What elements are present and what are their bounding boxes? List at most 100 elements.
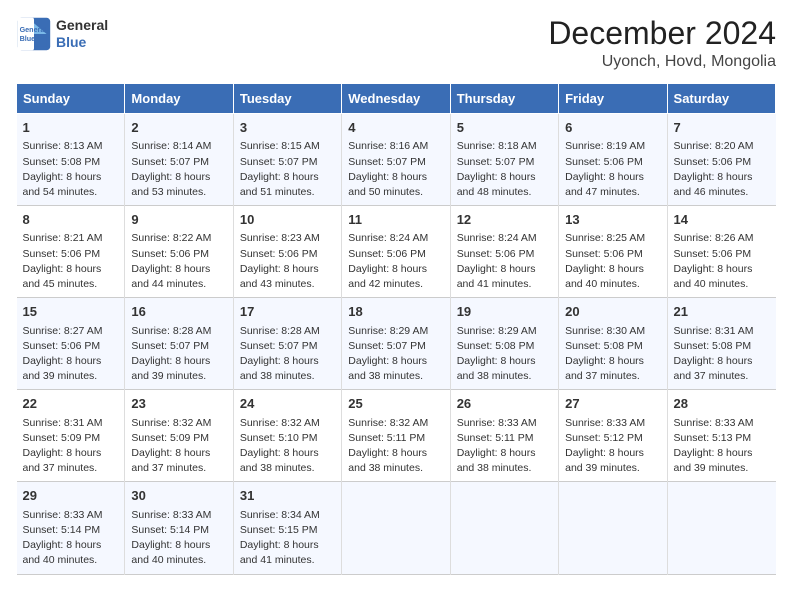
day-number: 13 [565,211,660,229]
day-info: Sunrise: 8:19 AM Sunset: 5:06 PM Dayligh… [565,139,660,200]
day-cell: 11 Sunrise: 8:24 AM Sunset: 5:06 PM Dayl… [342,206,450,298]
day-info: Sunrise: 8:31 AM Sunset: 5:08 PM Dayligh… [674,324,770,385]
week-row-1: 1 Sunrise: 8:13 AM Sunset: 5:08 PM Dayli… [17,114,776,206]
day-info: Sunrise: 8:21 AM Sunset: 5:06 PM Dayligh… [23,231,119,292]
day-cell: 30 Sunrise: 8:33 AM Sunset: 5:14 PM Dayl… [125,482,233,574]
day-cell: 9 Sunrise: 8:22 AM Sunset: 5:06 PM Dayli… [125,206,233,298]
day-info: Sunrise: 8:34 AM Sunset: 5:15 PM Dayligh… [240,508,335,569]
day-number: 8 [23,211,119,229]
day-number: 19 [457,303,552,321]
day-cell [450,482,558,574]
day-number: 6 [565,119,660,137]
day-cell: 3 Sunrise: 8:15 AM Sunset: 5:07 PM Dayli… [233,114,341,206]
svg-text:Blue: Blue [20,34,36,43]
day-info: Sunrise: 8:33 AM Sunset: 5:11 PM Dayligh… [457,416,552,477]
day-info: Sunrise: 8:33 AM Sunset: 5:12 PM Dayligh… [565,416,660,477]
day-header-sunday: Sunday [17,84,125,114]
day-number: 10 [240,211,335,229]
day-cell: 31 Sunrise: 8:34 AM Sunset: 5:15 PM Dayl… [233,482,341,574]
week-row-5: 29 Sunrise: 8:33 AM Sunset: 5:14 PM Dayl… [17,482,776,574]
day-cell: 5 Sunrise: 8:18 AM Sunset: 5:07 PM Dayli… [450,114,558,206]
day-info: Sunrise: 8:32 AM Sunset: 5:10 PM Dayligh… [240,416,335,477]
day-number: 23 [131,395,226,413]
month-year-title: December 2024 [548,16,776,51]
day-info: Sunrise: 8:29 AM Sunset: 5:08 PM Dayligh… [457,324,552,385]
day-info: Sunrise: 8:28 AM Sunset: 5:07 PM Dayligh… [240,324,335,385]
svg-text:General: General [20,25,47,34]
day-header-friday: Friday [559,84,667,114]
day-cell: 18 Sunrise: 8:29 AM Sunset: 5:07 PM Dayl… [342,298,450,390]
header-row: SundayMondayTuesdayWednesdayThursdayFrid… [17,84,776,114]
day-info: Sunrise: 8:26 AM Sunset: 5:06 PM Dayligh… [674,231,770,292]
day-info: Sunrise: 8:32 AM Sunset: 5:09 PM Dayligh… [131,416,226,477]
title-block: December 2024 Uyonch, Hovd, Mongolia [548,16,776,71]
day-cell: 17 Sunrise: 8:28 AM Sunset: 5:07 PM Dayl… [233,298,341,390]
day-header-tuesday: Tuesday [233,84,341,114]
day-number: 28 [674,395,770,413]
day-info: Sunrise: 8:23 AM Sunset: 5:06 PM Dayligh… [240,231,335,292]
day-number: 29 [23,487,119,505]
day-cell: 29 Sunrise: 8:33 AM Sunset: 5:14 PM Dayl… [17,482,125,574]
logo: General Blue General Blue [16,16,108,52]
day-cell: 1 Sunrise: 8:13 AM Sunset: 5:08 PM Dayli… [17,114,125,206]
logo-text-blue: Blue [56,34,108,51]
day-cell: 22 Sunrise: 8:31 AM Sunset: 5:09 PM Dayl… [17,390,125,482]
day-number: 5 [457,119,552,137]
day-info: Sunrise: 8:24 AM Sunset: 5:06 PM Dayligh… [348,231,443,292]
location-subtitle: Uyonch, Hovd, Mongolia [548,53,776,71]
day-cell: 27 Sunrise: 8:33 AM Sunset: 5:12 PM Dayl… [559,390,667,482]
day-info: Sunrise: 8:29 AM Sunset: 5:07 PM Dayligh… [348,324,443,385]
day-number: 4 [348,119,443,137]
day-number: 18 [348,303,443,321]
day-info: Sunrise: 8:32 AM Sunset: 5:11 PM Dayligh… [348,416,443,477]
week-row-3: 15 Sunrise: 8:27 AM Sunset: 5:06 PM Dayl… [17,298,776,390]
day-number: 1 [23,119,119,137]
day-number: 24 [240,395,335,413]
day-cell: 8 Sunrise: 8:21 AM Sunset: 5:06 PM Dayli… [17,206,125,298]
day-cell: 12 Sunrise: 8:24 AM Sunset: 5:06 PM Dayl… [450,206,558,298]
day-cell: 21 Sunrise: 8:31 AM Sunset: 5:08 PM Dayl… [667,298,775,390]
day-cell: 16 Sunrise: 8:28 AM Sunset: 5:07 PM Dayl… [125,298,233,390]
day-cell: 10 Sunrise: 8:23 AM Sunset: 5:06 PM Dayl… [233,206,341,298]
day-info: Sunrise: 8:25 AM Sunset: 5:06 PM Dayligh… [565,231,660,292]
calendar-body: 1 Sunrise: 8:13 AM Sunset: 5:08 PM Dayli… [17,114,776,574]
day-cell: 13 Sunrise: 8:25 AM Sunset: 5:06 PM Dayl… [559,206,667,298]
day-cell: 15 Sunrise: 8:27 AM Sunset: 5:06 PM Dayl… [17,298,125,390]
day-info: Sunrise: 8:27 AM Sunset: 5:06 PM Dayligh… [23,324,119,385]
day-number: 16 [131,303,226,321]
day-number: 3 [240,119,335,137]
day-header-monday: Monday [125,84,233,114]
day-cell: 7 Sunrise: 8:20 AM Sunset: 5:06 PM Dayli… [667,114,775,206]
day-info: Sunrise: 8:18 AM Sunset: 5:07 PM Dayligh… [457,139,552,200]
day-info: Sunrise: 8:15 AM Sunset: 5:07 PM Dayligh… [240,139,335,200]
week-row-2: 8 Sunrise: 8:21 AM Sunset: 5:06 PM Dayli… [17,206,776,298]
day-info: Sunrise: 8:31 AM Sunset: 5:09 PM Dayligh… [23,416,119,477]
day-cell: 14 Sunrise: 8:26 AM Sunset: 5:06 PM Dayl… [667,206,775,298]
logo-text-general: General [56,17,108,34]
day-number: 22 [23,395,119,413]
day-number: 30 [131,487,226,505]
day-cell: 23 Sunrise: 8:32 AM Sunset: 5:09 PM Dayl… [125,390,233,482]
day-number: 25 [348,395,443,413]
day-cell: 6 Sunrise: 8:19 AM Sunset: 5:06 PM Dayli… [559,114,667,206]
day-info: Sunrise: 8:30 AM Sunset: 5:08 PM Dayligh… [565,324,660,385]
day-number: 27 [565,395,660,413]
day-info: Sunrise: 8:14 AM Sunset: 5:07 PM Dayligh… [131,139,226,200]
day-number: 17 [240,303,335,321]
day-header-thursday: Thursday [450,84,558,114]
day-cell: 24 Sunrise: 8:32 AM Sunset: 5:10 PM Dayl… [233,390,341,482]
day-number: 12 [457,211,552,229]
day-cell: 2 Sunrise: 8:14 AM Sunset: 5:07 PM Dayli… [125,114,233,206]
day-number: 15 [23,303,119,321]
day-number: 14 [674,211,770,229]
day-number: 26 [457,395,552,413]
day-cell [667,482,775,574]
day-number: 11 [348,211,443,229]
calendar-table: SundayMondayTuesdayWednesdayThursdayFrid… [16,83,776,574]
logo-icon: General Blue [16,16,52,52]
day-cell: 4 Sunrise: 8:16 AM Sunset: 5:07 PM Dayli… [342,114,450,206]
week-row-4: 22 Sunrise: 8:31 AM Sunset: 5:09 PM Dayl… [17,390,776,482]
day-info: Sunrise: 8:33 AM Sunset: 5:13 PM Dayligh… [674,416,770,477]
day-number: 21 [674,303,770,321]
day-info: Sunrise: 8:22 AM Sunset: 5:06 PM Dayligh… [131,231,226,292]
